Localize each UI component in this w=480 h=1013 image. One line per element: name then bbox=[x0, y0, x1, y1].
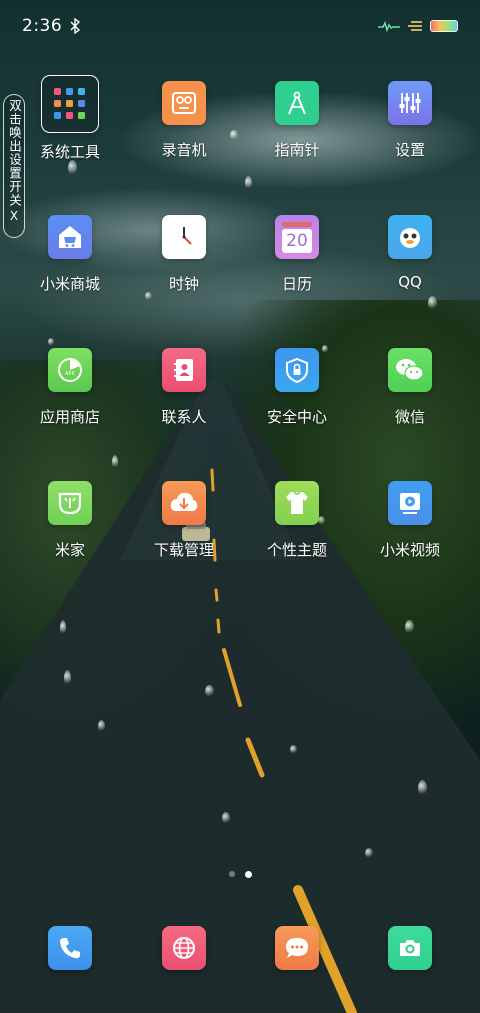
app-qq[interactable]: QQ bbox=[355, 215, 465, 325]
dock-messages[interactable] bbox=[275, 926, 319, 970]
app-calendar[interactable]: 20 日历 bbox=[242, 215, 352, 325]
page-dot-active[interactable] bbox=[244, 870, 252, 878]
app-label: 安全中心 bbox=[266, 408, 327, 426]
activity-icon bbox=[378, 20, 400, 32]
tape-recorder-icon bbox=[162, 81, 206, 125]
page-dot[interactable] bbox=[228, 871, 235, 877]
app-clock[interactable]: 时钟 bbox=[129, 215, 239, 325]
compass-icon bbox=[275, 81, 319, 125]
mijia-icon bbox=[48, 481, 92, 525]
theme-shirt-icon bbox=[275, 481, 319, 525]
qq-penguin-icon bbox=[388, 215, 432, 259]
app-compass[interactable]: 指南针 bbox=[242, 81, 352, 191]
status-icons bbox=[378, 20, 458, 32]
messages-icon bbox=[286, 938, 308, 958]
app-app-store[interactable]: APK 应用商店 bbox=[15, 348, 125, 458]
app-contacts[interactable]: 联系人 bbox=[129, 348, 239, 458]
app-label: QQ bbox=[398, 273, 422, 291]
app-system-tools[interactable]: 系统工具 bbox=[15, 75, 125, 191]
app-label: 系统工具 bbox=[39, 143, 100, 161]
app-label: 指南针 bbox=[274, 141, 320, 159]
app-mi-store[interactable]: 小米商城 bbox=[15, 215, 125, 325]
app-security[interactable]: 安全中心 bbox=[242, 348, 352, 458]
status-time: 2:36 bbox=[22, 16, 63, 36]
svg-text:APK: APK bbox=[65, 371, 75, 377]
dock-phone[interactable] bbox=[48, 926, 92, 970]
app-settings[interactable]: 设置 bbox=[355, 81, 465, 191]
app-label: 下载管理 bbox=[153, 541, 214, 559]
wechat-icon bbox=[388, 348, 432, 392]
app-label: 设置 bbox=[394, 141, 425, 159]
browser-globe-icon bbox=[173, 937, 195, 959]
shop-icon bbox=[48, 215, 92, 259]
dock-browser[interactable] bbox=[162, 926, 206, 970]
sliders-icon bbox=[388, 81, 432, 125]
app-label: 联系人 bbox=[161, 408, 207, 426]
dock-camera[interactable] bbox=[388, 926, 432, 970]
shield-icon bbox=[275, 348, 319, 392]
video-play-icon bbox=[388, 481, 432, 525]
camera-icon bbox=[400, 940, 420, 956]
app-label: 小米商城 bbox=[39, 275, 100, 293]
status-bar: 2:36 bbox=[0, 0, 480, 52]
app-label: 小米视频 bbox=[379, 541, 440, 559]
app-label: 应用商店 bbox=[39, 408, 100, 426]
bluetooth-icon bbox=[70, 18, 81, 34]
app-downloads[interactable]: 下载管理 bbox=[129, 481, 239, 591]
app-themes[interactable]: 个性主题 bbox=[242, 481, 352, 591]
app-label: 个性主题 bbox=[266, 541, 327, 559]
app-label: 米家 bbox=[54, 541, 85, 559]
phone-icon bbox=[60, 938, 80, 959]
contacts-icon bbox=[162, 348, 206, 392]
app-recorder[interactable]: 录音机 bbox=[129, 81, 239, 191]
app-label: 微信 bbox=[394, 408, 425, 426]
folder-grid-icon bbox=[41, 75, 99, 133]
calendar-icon: 20 bbox=[275, 215, 319, 259]
app-label: 日历 bbox=[281, 275, 312, 293]
battery-icon bbox=[430, 20, 458, 32]
clock-icon bbox=[162, 215, 206, 259]
app-label: 录音机 bbox=[161, 141, 207, 159]
app-wechat[interactable]: 微信 bbox=[355, 348, 465, 458]
app-mijia[interactable]: 米家 bbox=[15, 481, 125, 591]
app-label: 时钟 bbox=[168, 275, 199, 293]
calendar-day: 20 bbox=[286, 230, 308, 251]
page-indicator bbox=[0, 870, 480, 878]
app-store-icon: APK bbox=[48, 348, 92, 392]
menu-lines-icon bbox=[408, 21, 422, 31]
download-icon bbox=[162, 481, 206, 525]
app-mi-video[interactable]: 小米视频 bbox=[355, 481, 465, 591]
